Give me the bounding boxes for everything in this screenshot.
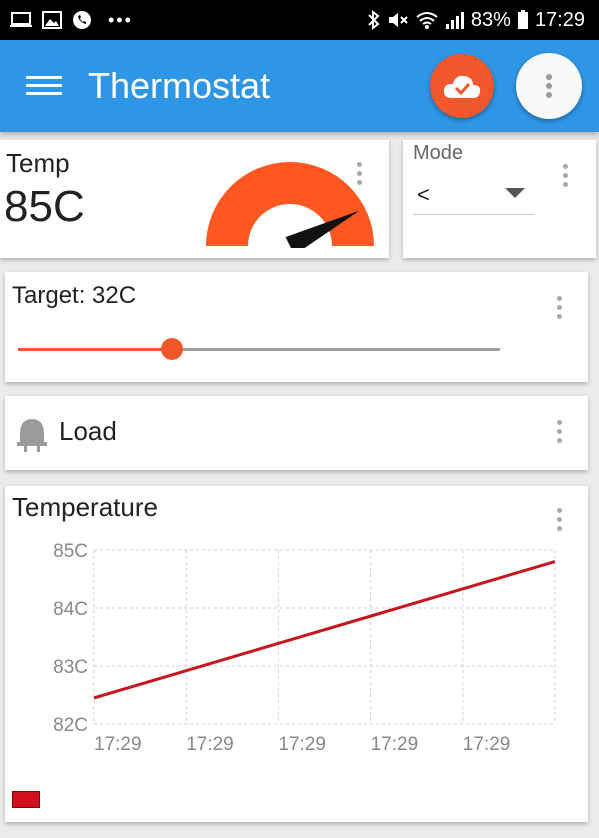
plug-icon bbox=[17, 419, 47, 452]
app-bar: Thermostat bbox=[0, 40, 599, 132]
more-options-button[interactable] bbox=[516, 53, 582, 119]
target-label: Target: 32C bbox=[12, 282, 137, 309]
more-dots-icon: ••• bbox=[108, 9, 133, 30]
target-slider[interactable] bbox=[18, 336, 500, 362]
slider-fill bbox=[18, 348, 173, 351]
clock: 17:29 bbox=[534, 8, 585, 31]
x-tick-label: 17:29 bbox=[186, 734, 234, 755]
target-card: Target: 32C bbox=[5, 272, 588, 382]
series-line bbox=[93, 560, 556, 700]
x-tick-label: 17:29 bbox=[278, 734, 326, 755]
cloud-check-icon bbox=[443, 75, 481, 98]
mode-select[interactable]: < bbox=[413, 174, 535, 215]
y-tick-label: 82C bbox=[53, 715, 88, 736]
laptop-icon bbox=[10, 12, 32, 27]
legend-swatch bbox=[12, 791, 40, 808]
chart-card-menu-icon[interactable] bbox=[553, 508, 565, 538]
wifi-icon bbox=[416, 12, 438, 29]
app-title: Thermostat bbox=[88, 65, 271, 106]
bluetooth-icon bbox=[368, 10, 380, 30]
x-tick-label: 17:29 bbox=[463, 734, 511, 755]
phone-icon bbox=[73, 11, 91, 29]
y-tick-label: 84C bbox=[53, 599, 88, 620]
gauge-arc bbox=[206, 162, 374, 246]
temp-gauge bbox=[206, 162, 374, 248]
x-tick-label: 17:29 bbox=[94, 734, 142, 755]
mode-card-menu-icon[interactable] bbox=[559, 164, 571, 194]
battery-icon bbox=[517, 10, 528, 29]
more-vert-icon bbox=[546, 74, 552, 98]
temperature-chart-card: Temperature 85C 84C 83C 82C 17:29 17:29 17:29 1… bbox=[5, 486, 588, 822]
temp-value: 85C bbox=[4, 182, 85, 231]
y-tick-label: 85C bbox=[53, 541, 88, 562]
load-card: Load bbox=[5, 396, 588, 470]
temperature-chart: 85C 84C 83C 82C 17:29 17:29 17:29 17:29 17:29 bbox=[53, 541, 556, 755]
temp-card-menu-icon[interactable] bbox=[353, 162, 365, 192]
image-icon bbox=[42, 11, 62, 29]
slider-thumb[interactable] bbox=[161, 338, 184, 360]
load-label: Load bbox=[59, 416, 117, 446]
cloud-sync-button[interactable] bbox=[430, 54, 494, 118]
temp-label: Temp bbox=[6, 148, 70, 178]
signal-icon bbox=[445, 12, 464, 29]
mute-icon bbox=[388, 13, 408, 27]
status-bar: ••• 83% 17:29 bbox=[0, 0, 599, 40]
chevron-down-icon bbox=[505, 188, 525, 198]
target-card-menu-icon[interactable] bbox=[553, 296, 565, 326]
mode-label: Mode bbox=[413, 142, 464, 164]
x-tick-label: 17:29 bbox=[371, 734, 419, 755]
y-tick-label: 83C bbox=[53, 657, 88, 678]
battery-percent: 83% bbox=[470, 8, 511, 31]
mode-card: Mode < bbox=[403, 140, 596, 258]
menu-icon[interactable] bbox=[26, 71, 62, 101]
temp-card: Temp 85C bbox=[0, 140, 389, 258]
load-card-menu-icon[interactable] bbox=[553, 420, 565, 450]
mode-selected-value: < bbox=[417, 182, 430, 207]
